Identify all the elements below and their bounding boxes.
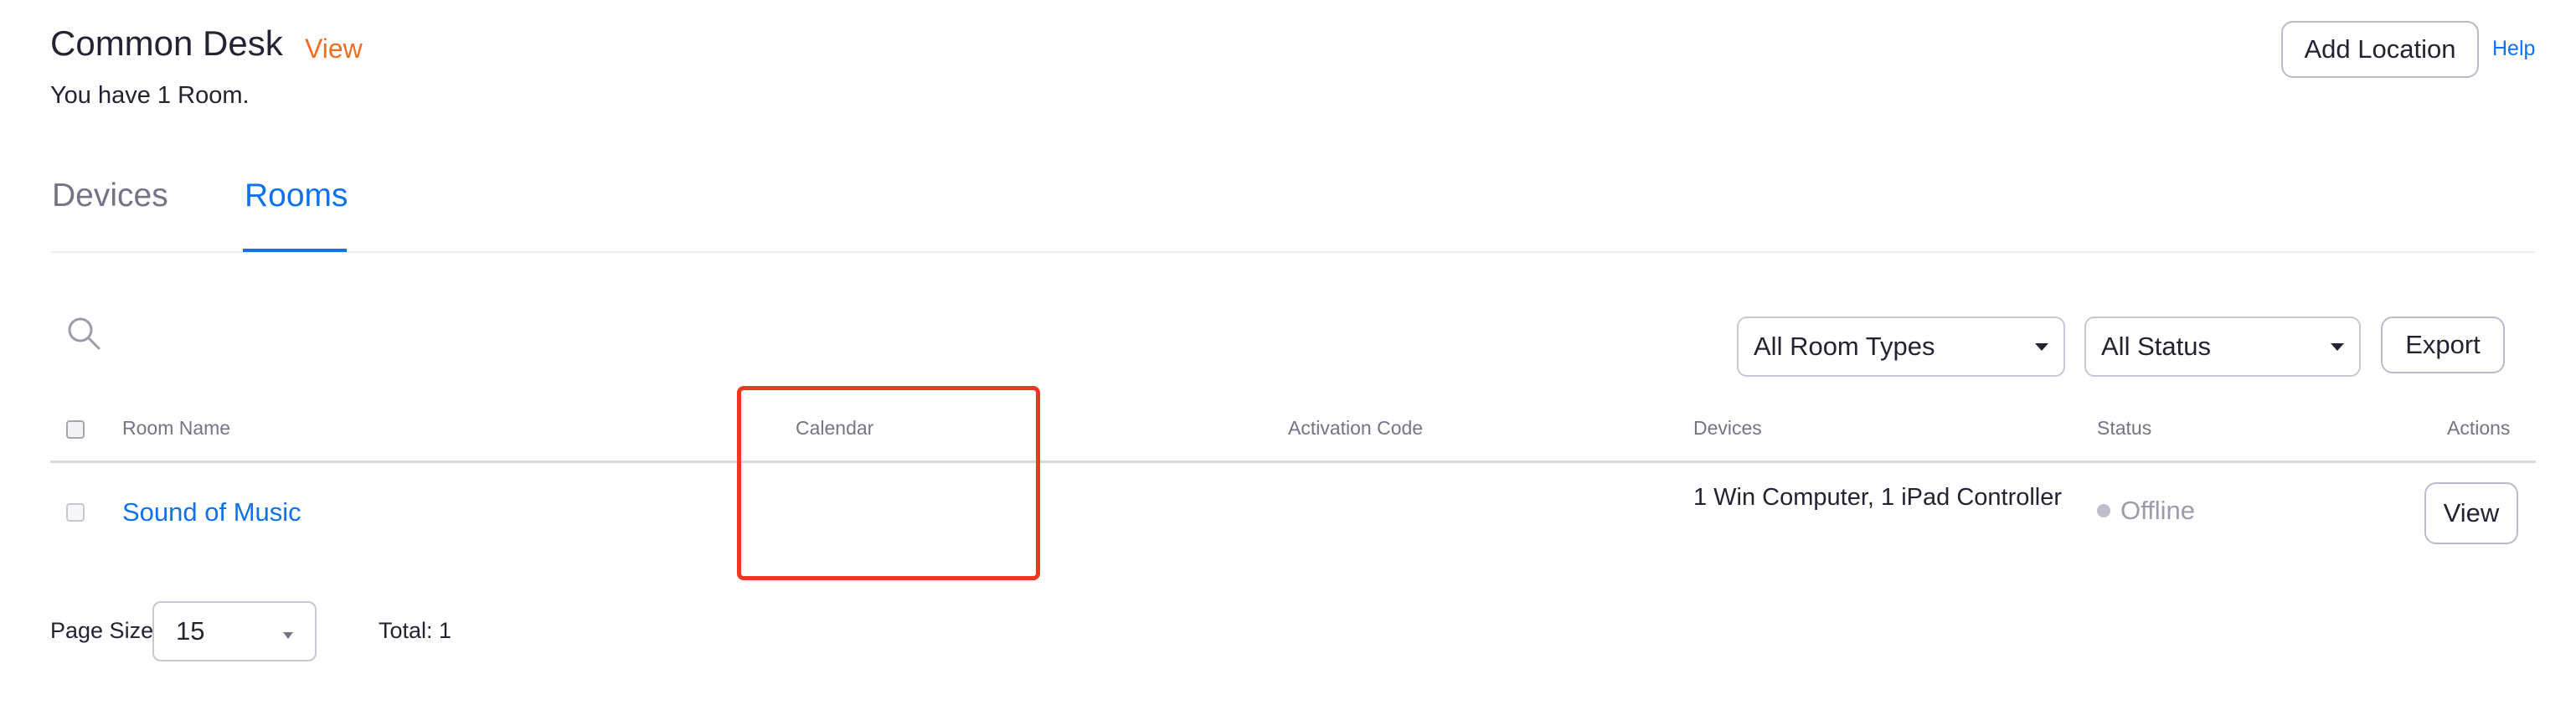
active-tab-indicator xyxy=(243,249,347,252)
status-text: Offline xyxy=(2120,496,2196,525)
column-header-actions: Actions xyxy=(2447,417,2511,439)
status-select-value: All Status xyxy=(2101,332,2211,361)
status-cell: Offline xyxy=(2097,496,2195,526)
select-all-checkbox[interactable] xyxy=(66,420,85,439)
search-icon[interactable] xyxy=(65,315,102,352)
export-button[interactable]: Export xyxy=(2381,316,2505,373)
room-type-select[interactable]: All Room Types xyxy=(1737,316,2065,377)
total-count: Total: 1 xyxy=(379,618,452,643)
page-size-select[interactable]: 15 xyxy=(152,601,317,661)
tabs-divider xyxy=(50,251,2536,253)
status-dot-icon xyxy=(2097,504,2110,517)
chevron-down-icon xyxy=(2331,342,2344,351)
add-location-button[interactable]: Add Location xyxy=(2281,21,2479,78)
room-name-link[interactable]: Sound of Music xyxy=(122,497,301,527)
page-size-value: 15 xyxy=(176,616,205,646)
row-checkbox[interactable] xyxy=(66,503,85,522)
chevron-down-icon xyxy=(2035,342,2048,351)
column-header-room-name: Room Name xyxy=(122,417,231,439)
calendar-highlight-box xyxy=(737,386,1040,580)
column-header-activation-code: Activation Code xyxy=(1288,417,1424,439)
view-link[interactable]: View xyxy=(305,33,363,64)
help-link[interactable]: Help xyxy=(2492,37,2535,61)
column-header-status: Status xyxy=(2097,417,2152,439)
room-count-text: You have 1 Room. xyxy=(50,82,250,109)
tab-devices[interactable]: Devices xyxy=(52,178,168,214)
room-type-select-value: All Room Types xyxy=(1754,332,1935,361)
chevron-down-icon xyxy=(283,632,293,639)
column-header-devices: Devices xyxy=(1693,417,1762,439)
page-title: Common Desk xyxy=(50,23,283,63)
status-select[interactable]: All Status xyxy=(2084,316,2361,377)
view-room-button[interactable]: View xyxy=(2424,482,2518,544)
table-header-divider xyxy=(50,461,2536,463)
page-size-label: Page Size xyxy=(50,618,154,643)
devices-cell: 1 Win Computer, 1 iPad Controller xyxy=(1693,484,2063,511)
tab-rooms[interactable]: Rooms xyxy=(245,178,348,214)
